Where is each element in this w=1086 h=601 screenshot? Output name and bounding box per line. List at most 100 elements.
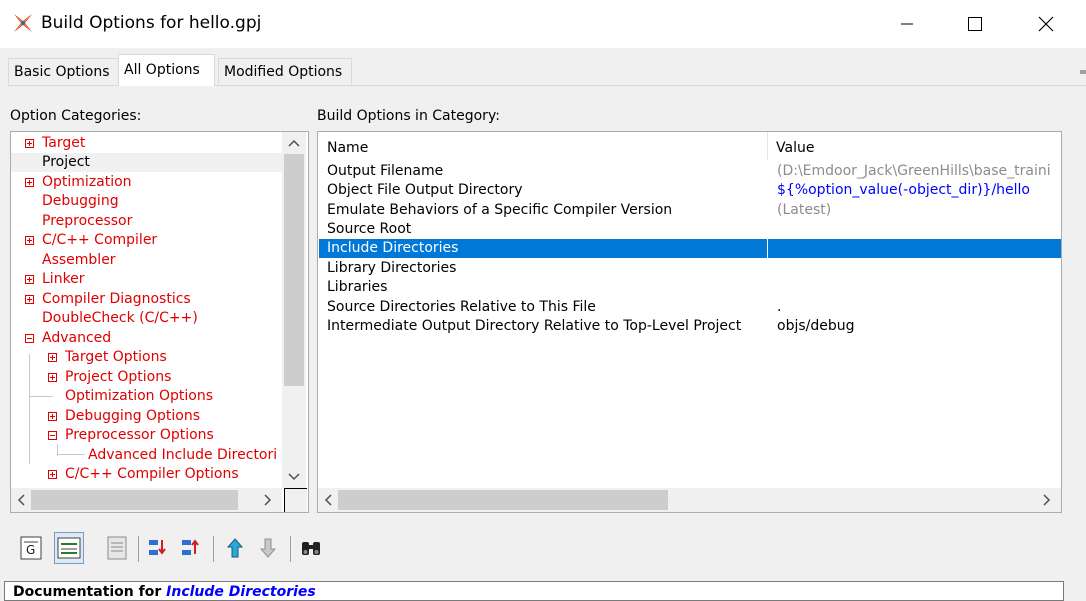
move-up-button[interactable] [220, 532, 250, 564]
option-name: Output Filename [327, 163, 444, 179]
move-down-button[interactable] [253, 532, 283, 564]
options-grid[interactable]: Name Value Output Filename (D:\Emdoor_Ja… [317, 131, 1062, 513]
grid-row-object-file-output-directory[interactable]: Object File Output Directory ${%option_v… [319, 181, 1061, 200]
tree-item-label: Optimization [42, 174, 132, 190]
add-below-icon [149, 540, 166, 555]
tree-item-label: Project [42, 154, 90, 170]
tree-horizontal-thumb[interactable] [31, 490, 238, 510]
tree-vertical-scrollbar[interactable] [282, 132, 306, 488]
grid-row-output-filename[interactable]: Output Filename (D:\Emdoor_Jack\GreenHil… [319, 162, 1061, 181]
list-view-icon [57, 537, 81, 559]
scroll-down-icon[interactable] [288, 470, 300, 485]
move-up-icon [226, 538, 244, 558]
column-divider[interactable] [767, 132, 768, 160]
scroll-up-icon[interactable] [288, 136, 300, 151]
option-value[interactable]: (D:\Emdoor_Jack\GreenHills\base_traini [777, 162, 1051, 181]
tree-item-label: Project Options [65, 369, 172, 385]
tree-item-label: Linker [42, 271, 85, 287]
toolbar-separator [138, 536, 139, 562]
close-icon [1038, 16, 1054, 32]
expand-icon[interactable] [48, 373, 57, 382]
tab-modified-options[interactable]: Modified Options [218, 58, 352, 84]
option-value[interactable]: ${%option_value(-object_dir)}/hello [777, 181, 1030, 200]
option-name: Library Directories [327, 260, 457, 276]
tree-item-label: C/C++ Compiler Options [65, 466, 239, 482]
option-name: Emulate Behaviors of a Specific Compiler… [327, 202, 673, 218]
tree-vertical-thumb[interactable] [284, 154, 304, 386]
build-options-label: Build Options in Category: [317, 108, 500, 124]
tree-item-label: Optimization Options [65, 388, 214, 404]
toolbar-separator [213, 536, 214, 562]
collapse-icon[interactable] [48, 431, 57, 440]
scroll-right-icon[interactable] [264, 494, 272, 510]
collapse-icon[interactable] [25, 334, 34, 343]
expand-icon[interactable] [25, 275, 34, 284]
expand-icon[interactable] [48, 470, 57, 479]
category-tree[interactable]: Target Project Optimization Debugging Pr… [10, 131, 309, 513]
expand-icon[interactable] [25, 236, 34, 245]
tree-item-label: Debugging [42, 193, 119, 209]
grid-row-include-directories[interactable]: Include Directories [319, 239, 1061, 258]
title-bar: Build Options for hello.gpj [0, 0, 1086, 48]
tab-all-options[interactable]: All Options [118, 54, 215, 86]
background-window-edge [1080, 70, 1086, 74]
tree-connector [29, 354, 30, 464]
document-button[interactable] [102, 532, 132, 564]
maximize-button[interactable] [945, 0, 1005, 48]
tree-item-label: Target [42, 135, 86, 151]
scroll-left-icon[interactable] [324, 494, 332, 510]
scrollbar-corner [284, 488, 307, 512]
expand-icon[interactable] [25, 139, 34, 148]
option-value[interactable]: (Latest) [777, 201, 831, 220]
svg-text:G: G [26, 543, 35, 557]
minimize-button[interactable] [877, 0, 937, 48]
scroll-right-icon[interactable] [1043, 494, 1051, 510]
tab-basic-options[interactable]: Basic Options [8, 58, 119, 84]
window-title: Build Options for hello.gpj [41, 13, 262, 33]
add-below-button[interactable] [144, 532, 174, 564]
tree-horizontal-scrollbar[interactable] [11, 488, 282, 512]
grid-horizontal-thumb[interactable] [338, 490, 668, 510]
list-view-button[interactable] [54, 532, 84, 564]
scroll-left-icon[interactable] [17, 494, 25, 510]
grid-row-source-directories-relative[interactable]: Source Directories Relative to This File… [319, 298, 1061, 317]
add-above-button[interactable] [177, 532, 207, 564]
grid-row-intermediate-output-directory[interactable]: Intermediate Output Directory Relative t… [319, 317, 1061, 336]
documentation-prefix: Documentation for [13, 584, 167, 600]
option-name: Source Root [327, 221, 412, 237]
expand-icon[interactable] [48, 353, 57, 362]
tree-item-label: Advanced Include Directori [88, 447, 278, 463]
option-value[interactable]: objs/debug [777, 317, 855, 336]
grid-row-source-root[interactable]: Source Root [319, 220, 1061, 239]
grid-row-libraries[interactable]: Libraries [319, 278, 1061, 297]
expand-icon[interactable] [48, 412, 57, 421]
expand-icon[interactable] [25, 178, 34, 187]
column-header-name[interactable]: Name [327, 140, 368, 156]
grid-horizontal-scrollbar[interactable] [318, 488, 1061, 512]
tree-item-label: Debugging Options [65, 408, 201, 424]
option-categories-label: Option Categories: [10, 108, 142, 124]
option-name: Include Directories [327, 240, 459, 256]
tree-item-label: C/C++ Compiler [42, 232, 158, 248]
gray-text-button[interactable]: G [16, 532, 46, 564]
option-name: Object File Output Directory [327, 182, 523, 198]
expand-icon[interactable] [25, 295, 34, 304]
documentation-topic[interactable]: Include Directories [166, 584, 316, 600]
column-header-value[interactable]: Value [776, 140, 814, 156]
close-button[interactable] [1016, 0, 1076, 48]
grid-row-library-directories[interactable]: Library Directories [319, 259, 1061, 278]
gray-text-icon: G [20, 536, 42, 560]
grid-row-emulate-behaviors[interactable]: Emulate Behaviors of a Specific Compiler… [319, 201, 1061, 220]
option-name: Libraries [327, 279, 388, 295]
add-above-icon [182, 539, 199, 555]
tree-item-project[interactable]: Project [11, 153, 283, 172]
option-value[interactable]: . [777, 298, 781, 317]
document-icon [107, 536, 127, 560]
binoculars-icon [302, 542, 320, 555]
option-name: Source Directories Relative to This File [327, 299, 596, 315]
toolbar-separator [290, 536, 291, 562]
tree-item-label: Preprocessor [42, 213, 133, 229]
find-button[interactable] [296, 532, 326, 564]
app-logo-icon [14, 14, 32, 32]
move-down-icon [259, 538, 277, 558]
